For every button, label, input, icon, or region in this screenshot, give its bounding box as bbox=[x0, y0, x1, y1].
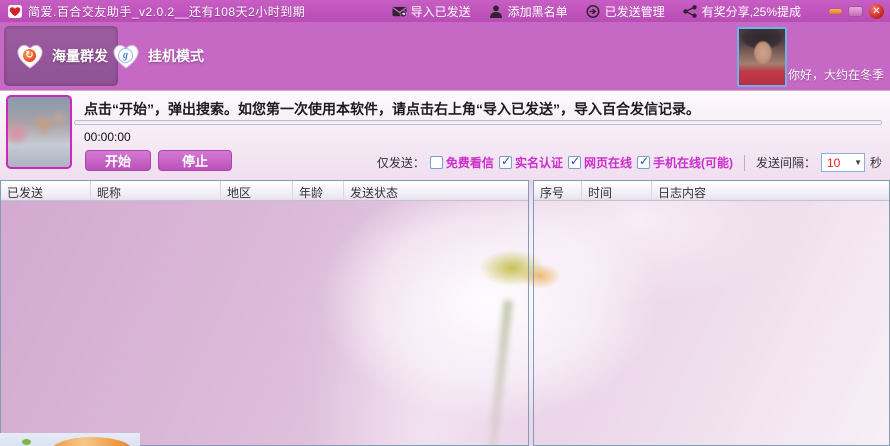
start-button[interactable]: 开始 bbox=[85, 150, 151, 171]
app-heart-icon bbox=[8, 4, 22, 18]
titlebar-menu: 导入已发送 添加黑名单 已发送管理 有奖分享,25%提成 ✕ bbox=[392, 3, 884, 20]
stop-button[interactable]: 停止 bbox=[158, 150, 232, 171]
chevron-down-icon: ▼ bbox=[854, 158, 862, 167]
checkbox-label: 网页在线 bbox=[583, 156, 632, 170]
column-header[interactable]: 年龄 bbox=[293, 181, 344, 200]
refresh-badge-icon: ↻ bbox=[22, 48, 37, 63]
main-area: 已发送 昵称 地区 年龄 发送状态 序号 时间 日志内容 bbox=[0, 180, 890, 446]
desktop-peek bbox=[0, 433, 140, 446]
interval-unit: 秒 bbox=[869, 156, 882, 170]
desktop-icon-fragment bbox=[22, 439, 31, 445]
interval-select[interactable]: 10 ▼ bbox=[820, 153, 865, 172]
titlebar: 简爱.百合交友助手_v2.0.2__还有108天2小时到期 导入已发送 添加黑名… bbox=[0, 0, 890, 22]
checkbox-icon[interactable] bbox=[498, 154, 512, 169]
user-avatar[interactable] bbox=[737, 27, 787, 87]
column-header[interactable]: 序号 bbox=[534, 181, 582, 200]
window-buttons: ✕ bbox=[829, 3, 884, 19]
user-greeting: 你好，大约在冬季 bbox=[787, 68, 884, 82]
column-header[interactable]: 昵称 bbox=[91, 181, 221, 200]
progress-bar bbox=[74, 120, 882, 125]
window-title: 简爱.百合交友助手_v2.0.2__还有108天2小时到期 bbox=[28, 4, 306, 19]
filter-label: 仅发送： bbox=[376, 156, 425, 170]
add-blacklist-button[interactable]: 添加黑名单 bbox=[489, 3, 568, 20]
elapsed-timer: 00:00:00 bbox=[84, 130, 131, 144]
checkbox-icon[interactable] bbox=[429, 156, 443, 169]
sent-list-header: 已发送 昵称 地区 年龄 发送状态 bbox=[1, 181, 528, 201]
g-badge-icon: g bbox=[118, 48, 133, 63]
divider bbox=[743, 154, 745, 171]
log-list-header: 序号 时间 日志内容 bbox=[534, 181, 889, 201]
menu-label: 添加黑名单 bbox=[507, 4, 568, 19]
column-header[interactable]: 时间 bbox=[582, 181, 652, 200]
arrow-circle-icon bbox=[586, 4, 601, 18]
share-icon bbox=[682, 4, 698, 18]
tabbar: ↻ 海量群发 g 挂机模式 你好，大约在冬季 bbox=[0, 22, 890, 90]
interval-label: 发送间隔： bbox=[755, 156, 816, 170]
envelope-import-icon bbox=[392, 5, 407, 18]
promo-thumbnail[interactable] bbox=[6, 95, 72, 169]
close-button[interactable]: ✕ bbox=[869, 3, 884, 19]
sent-manage-button[interactable]: 已发送管理 bbox=[586, 3, 665, 20]
checkbox-free-read[interactable]: 免费看信 bbox=[429, 154, 494, 171]
column-header[interactable]: 日志内容 bbox=[652, 181, 889, 200]
person-add-icon bbox=[489, 5, 504, 18]
log-list-body[interactable] bbox=[534, 201, 889, 446]
tray-button[interactable] bbox=[848, 5, 863, 17]
tab-label: 挂机模式 bbox=[148, 48, 204, 64]
checkbox-mobile-online[interactable]: 手机在线(可能) bbox=[636, 154, 733, 171]
instruction-text: 点击“开始”，弹出搜索。如您第一次使用本软件，请点击右上角“导入已发送”，导入百… bbox=[84, 101, 700, 117]
interval-value: 10 bbox=[826, 155, 841, 170]
share-reward-button[interactable]: 有奖分享,25%提成 bbox=[682, 3, 801, 20]
column-header[interactable]: 已发送 bbox=[1, 181, 91, 200]
checkbox-label: 实名认证 bbox=[514, 156, 563, 170]
tab-idle-mode[interactable]: g 挂机模式 bbox=[100, 26, 214, 86]
desktop-icon-fragment bbox=[52, 437, 132, 446]
column-header[interactable]: 地区 bbox=[221, 181, 293, 200]
control-strip: 00:00:00 开始 停止 仅发送： 免费看信 实名认证 网页在线 手机在线(… bbox=[0, 127, 890, 180]
log-list-panel: 序号 时间 日志内容 bbox=[533, 180, 890, 446]
checkbox-icon[interactable] bbox=[567, 154, 581, 169]
sent-list-body[interactable] bbox=[1, 201, 528, 446]
mass-send-heart-icon: ↻ bbox=[14, 41, 46, 71]
checkbox-label: 手机在线(可能) bbox=[652, 156, 733, 170]
checkbox-icon[interactable] bbox=[636, 154, 650, 169]
menu-label: 已发送管理 bbox=[604, 4, 665, 19]
checkbox-web-online[interactable]: 网页在线 bbox=[567, 154, 632, 171]
idle-mode-heart-icon: g bbox=[110, 41, 142, 71]
instruction-strip: 点击“开始”，弹出搜索。如您第一次使用本软件，请点击右上角“导入已发送”，导入百… bbox=[0, 90, 890, 169]
menu-label: 有奖分享,25%提成 bbox=[701, 4, 801, 19]
sent-list-panel: 已发送 昵称 地区 年龄 发送状态 bbox=[0, 180, 529, 446]
column-header[interactable]: 发送状态 bbox=[344, 181, 528, 200]
app-window: 简爱.百合交友助手_v2.0.2__还有108天2小时到期 导入已发送 添加黑名… bbox=[0, 0, 890, 446]
checkbox-verified[interactable]: 实名认证 bbox=[498, 154, 563, 171]
import-sent-button[interactable]: 导入已发送 bbox=[392, 3, 471, 20]
send-filters: 仅发送： 免费看信 实名认证 网页在线 手机在线(可能) 发送间隔： 10 ▼ bbox=[377, 153, 882, 172]
minimize-button[interactable] bbox=[829, 8, 842, 14]
checkbox-label: 免费看信 bbox=[445, 156, 494, 170]
menu-label: 导入已发送 bbox=[410, 4, 471, 19]
